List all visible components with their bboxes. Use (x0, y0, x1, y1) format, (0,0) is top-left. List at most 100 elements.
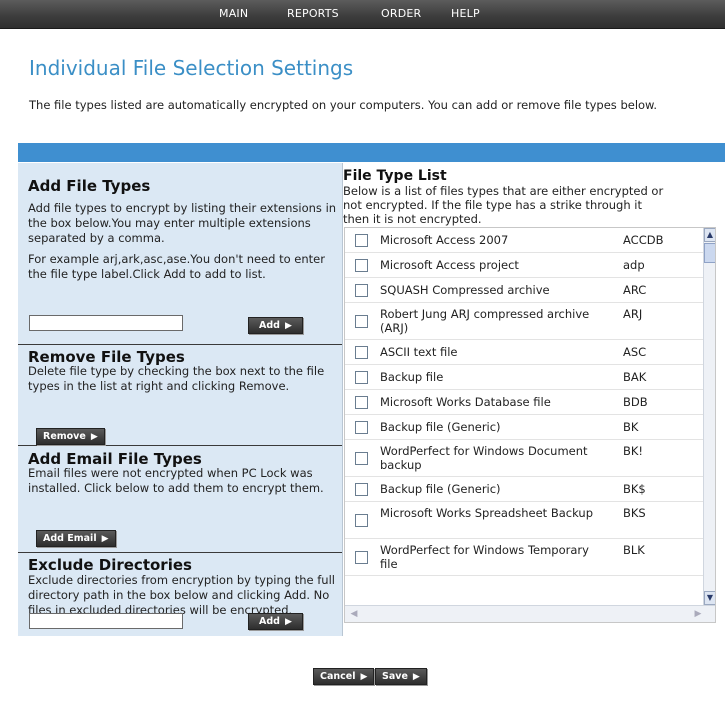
save-button-label: Save (382, 671, 408, 682)
file-type-extension: ARC (623, 283, 647, 297)
file-type-checkbox[interactable] (355, 284, 368, 297)
add-button-label: Add (259, 320, 280, 331)
play-arrow-icon: ▶ (101, 534, 109, 544)
add-file-types-section: Add File Types Add file types to encrypt… (18, 163, 342, 345)
file-type-checkbox[interactable] (355, 259, 368, 272)
nav-order[interactable]: ORDER (381, 7, 421, 20)
play-arrow-icon: ▶ (360, 672, 368, 682)
file-type-row[interactable]: Microsoft Works Database file BDB (345, 390, 703, 415)
directory-path-input[interactable] (29, 613, 183, 629)
play-arrow-icon: ▶ (412, 672, 420, 682)
cancel-button-label: Cancel (320, 671, 356, 682)
file-type-list-description: Below is a list of files types that are … (343, 184, 725, 226)
file-type-extension: ACCDB (623, 233, 664, 247)
scroll-right-icon[interactable]: ▶ (691, 608, 705, 621)
file-type-row[interactable]: Backup file (Generic) BK (345, 415, 703, 440)
file-extensions-input[interactable] (29, 315, 183, 331)
file-type-checkbox[interactable] (355, 315, 368, 328)
intro-text: The file types listed are automatically … (29, 98, 658, 112)
left-settings-panel: Add File Types Add file types to encrypt… (18, 163, 343, 636)
description-line: Below is a list of files types that are … (343, 184, 664, 198)
add-email-file-types-section: Add Email File Types Email files were no… (18, 446, 342, 553)
file-type-checkbox[interactable] (355, 452, 368, 465)
file-type-row[interactable]: ASCII text file ASC (345, 340, 703, 365)
file-type-extension: ARJ (623, 307, 643, 321)
nav-reports[interactable]: REPORTS (287, 7, 339, 20)
file-type-checkbox[interactable] (355, 234, 368, 247)
remove-button[interactable]: Remove ▶ (36, 428, 105, 445)
file-type-row[interactable]: Backup file BAK (345, 365, 703, 390)
vertical-scrollbar[interactable]: ▲ ▼ (703, 228, 715, 605)
file-type-checkbox[interactable] (355, 396, 368, 409)
file-type-row[interactable]: Microsoft Works Spreadsheet Backup BKS (345, 502, 703, 539)
file-type-row[interactable]: WordPerfect for Windows Temporary file BL… (345, 539, 703, 576)
file-type-extension: BDB (623, 395, 648, 409)
file-type-name: SQUASH Compressed archive (380, 283, 550, 297)
file-type-extension: adp (623, 258, 645, 272)
file-type-list-title: File Type List (343, 168, 447, 184)
page-title: Individual File Selection Settings (29, 56, 354, 80)
file-type-checkbox[interactable] (355, 483, 368, 496)
description-line: then it is not encrypted. (343, 212, 482, 226)
top-nav-bar: MAIN REPORTS ORDER HELP (0, 0, 725, 29)
file-type-name: Robert Jung ARJ compressed archive (ARJ) (380, 307, 590, 335)
scroll-left-icon[interactable]: ◀ (347, 608, 361, 621)
exclude-directories-description: Exclude directories from encryption by t… (28, 573, 335, 617)
file-type-extension: BK (623, 420, 639, 434)
play-arrow-icon: ▶ (284, 617, 292, 627)
file-type-extension: BK$ (623, 482, 646, 496)
add-file-types-button[interactable]: Add ▶ (248, 317, 303, 334)
exclude-directories-section: Exclude Directories Exclude directories … (18, 553, 342, 636)
file-type-name: WordPerfect for Windows Temporary file (380, 543, 589, 571)
file-type-listbox[interactable]: Microsoft Access 2007 ACCDB Microsoft Acce… (344, 227, 716, 623)
file-type-name: Backup file (380, 370, 444, 384)
nav-help[interactable]: HELP (451, 7, 480, 20)
file-type-name: Backup file (Generic) (380, 420, 501, 434)
add-directory-button[interactable]: Add ▶ (248, 613, 303, 630)
file-type-name: Microsoft Works Spreadsheet Backup (380, 506, 594, 520)
nav-main[interactable]: MAIN (219, 7, 248, 20)
exclude-directories-title: Exclude Directories (28, 556, 192, 574)
play-arrow-icon: ▶ (90, 432, 98, 442)
file-type-checkbox[interactable] (355, 421, 368, 434)
file-type-row[interactable]: Backup file (Generic) BK$ (345, 477, 703, 502)
file-type-extension: BK! (623, 444, 644, 458)
file-type-extension: ASC (623, 345, 647, 359)
file-type-rows: Microsoft Access 2007 ACCDB Microsoft Acce… (345, 228, 703, 576)
scroll-thumb[interactable] (704, 243, 715, 263)
file-type-name: Microsoft Works Database file (380, 395, 551, 409)
file-type-name: ASCII text file (380, 345, 458, 359)
remove-button-label: Remove (43, 431, 86, 442)
file-type-name: Microsoft Access project (380, 258, 519, 272)
description-line: not encrypted. If the file type has a st… (343, 198, 642, 212)
file-type-checkbox[interactable] (355, 551, 368, 564)
scroll-down-icon[interactable]: ▼ (704, 591, 715, 605)
file-type-row[interactable]: Robert Jung ARJ compressed archive (ARJ)… (345, 303, 703, 340)
file-type-name: Backup file (Generic) (380, 482, 501, 496)
file-type-checkbox[interactable] (355, 346, 368, 359)
file-type-extension: BKS (623, 506, 646, 520)
save-button[interactable]: Save ▶ (375, 668, 427, 685)
file-type-name: WordPerfect for Windows Document backup (380, 444, 588, 472)
scroll-up-icon[interactable]: ▲ (704, 228, 715, 242)
add-email-button-label: Add Email (43, 533, 97, 544)
add-email-button[interactable]: Add Email ▶ (36, 530, 116, 547)
add-file-types-description: Add file types to encrypt by listing the… (28, 201, 337, 245)
file-type-checkbox[interactable] (355, 371, 368, 384)
remove-file-types-section: Remove File Types Delete file type by ch… (18, 345, 342, 446)
file-type-row[interactable]: Microsoft Access project adp (345, 253, 703, 278)
file-type-row[interactable]: SQUASH Compressed archive ARC (345, 278, 703, 303)
play-arrow-icon: ▶ (284, 321, 292, 331)
add-directory-button-label: Add (259, 616, 280, 627)
file-type-extension: BLK (623, 543, 645, 557)
file-type-row[interactable]: Microsoft Access 2007 ACCDB (345, 228, 703, 253)
add-file-types-example: For example arj,ark,asc,ase.You don't ne… (28, 252, 325, 281)
section-divider-band (18, 143, 725, 162)
file-type-extension: BAK (623, 370, 647, 384)
file-type-row[interactable]: WordPerfect for Windows Document backup B… (345, 440, 703, 477)
file-type-checkbox[interactable] (355, 514, 368, 527)
remove-file-types-description: Delete file type by checking the box nex… (28, 364, 325, 393)
horizontal-scrollbar[interactable]: ◀ ▶ (345, 605, 715, 622)
add-file-types-title: Add File Types (28, 177, 151, 195)
cancel-button[interactable]: Cancel ▶ (313, 668, 375, 685)
